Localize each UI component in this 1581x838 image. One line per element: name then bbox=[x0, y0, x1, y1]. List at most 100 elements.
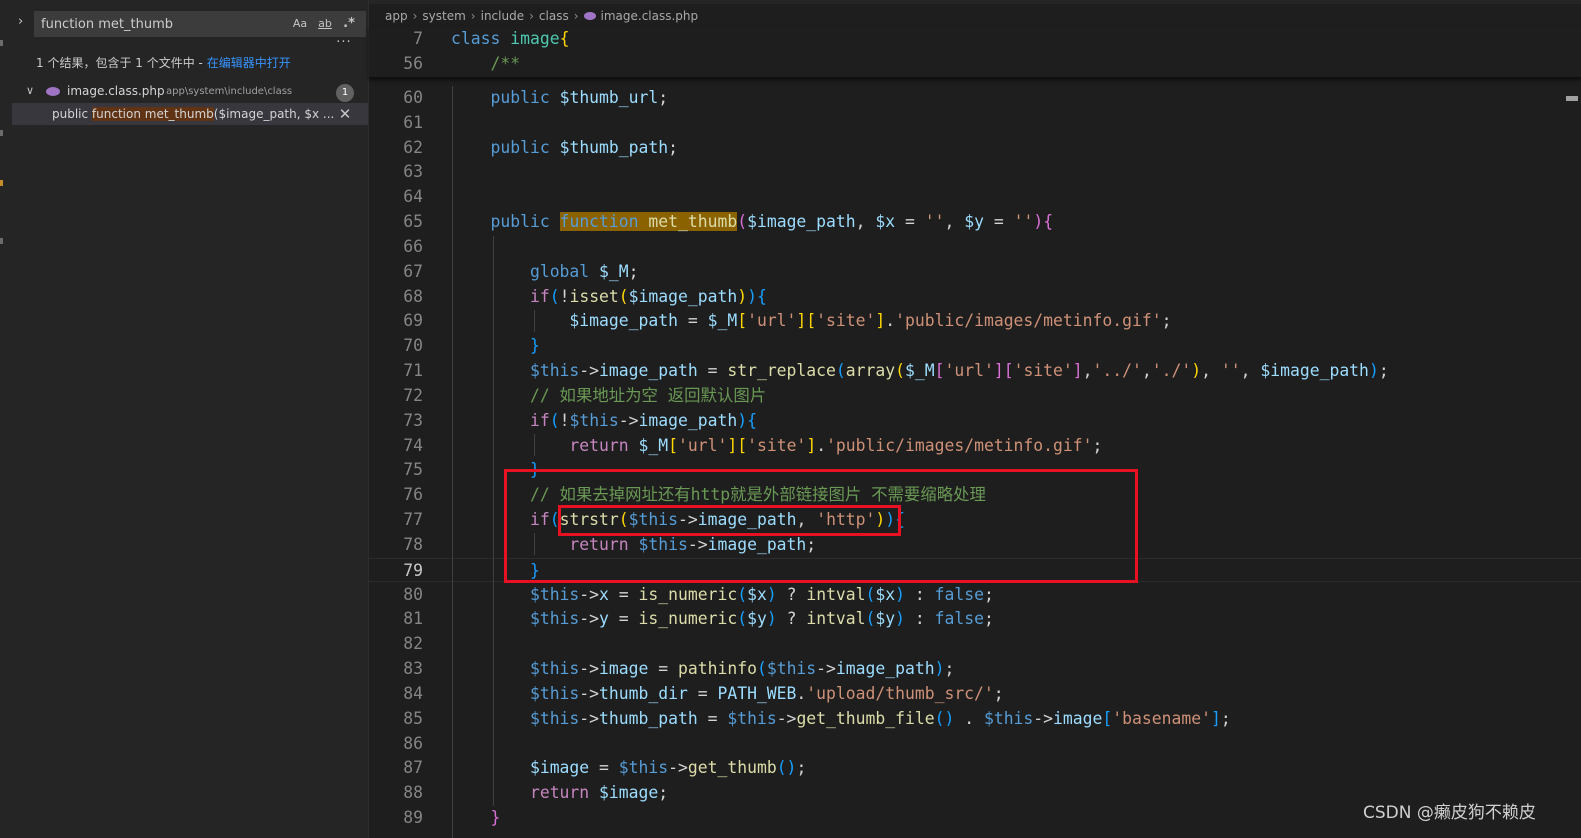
result-file-path: app\system\include\class bbox=[166, 86, 293, 97]
result-summary-text: 1 个结果，包含于 1 个文件中 - bbox=[36, 56, 207, 70]
indent-guide bbox=[452, 86, 453, 838]
code-text: return $image; bbox=[529, 783, 669, 802]
result-match-row[interactable]: public function met_thumb($image_path, $… bbox=[12, 103, 368, 125]
code-text: public $thumb_path; bbox=[490, 138, 679, 157]
match-case-toggle[interactable]: Aa bbox=[290, 15, 310, 33]
toggle-replace-chevron-icon[interactable]: › bbox=[18, 14, 32, 30]
breadcrumb-item[interactable]: app bbox=[385, 9, 408, 23]
line-number: 65 bbox=[403, 212, 423, 231]
line-number: 74 bbox=[403, 436, 423, 455]
line-number: 88 bbox=[403, 783, 423, 802]
line-number: 89 bbox=[403, 808, 423, 827]
code-line[interactable]: 60 public $thumb_url; bbox=[369, 86, 1581, 110]
activity-indicator bbox=[0, 180, 3, 186]
line-number: 62 bbox=[403, 138, 423, 157]
code-text: } bbox=[529, 336, 540, 355]
line-number: 72 bbox=[403, 386, 423, 405]
code-text: public $thumb_url; bbox=[490, 88, 669, 107]
regex-toggle[interactable]: .* bbox=[340, 15, 358, 33]
line-number: 67 bbox=[403, 262, 423, 281]
code-editor[interactable]: app › system › include › class › image.class.php… bbox=[369, 0, 1581, 838]
code-line[interactable]: 82 bbox=[369, 632, 1581, 656]
code-line[interactable]: 69 $image_path = $_M['url']['site'].'pub… bbox=[369, 309, 1581, 333]
code-line[interactable]: 7 class image{ bbox=[369, 27, 1581, 51]
code-line[interactable]: 67 global $_M; bbox=[369, 260, 1581, 284]
code-line[interactable]: 74 return $_M['url']['site'].'public/ima… bbox=[369, 434, 1581, 458]
open-in-editor-link[interactable]: 在编辑器中打开 bbox=[207, 56, 291, 70]
match-preview: public function met_thumb($image_path, $… bbox=[52, 107, 334, 121]
code-line[interactable]: 64 bbox=[369, 185, 1581, 209]
activity-indicator bbox=[0, 238, 3, 244]
code-text: public function met_thumb($image_path, $… bbox=[490, 212, 1054, 231]
line-number: 82 bbox=[403, 634, 423, 653]
breadcrumb-item[interactable]: class bbox=[539, 9, 569, 23]
line-number: 83 bbox=[403, 659, 423, 678]
result-summary: 1 个结果，包含于 1 个文件中 - 在编辑器中打开 bbox=[36, 54, 291, 71]
breadcrumb-item[interactable]: system bbox=[422, 9, 465, 23]
indent-guide bbox=[534, 434, 535, 456]
code-text: $this->y = is_numeric($y) ? intval($y) :… bbox=[529, 609, 994, 628]
code-line[interactable]: 66 bbox=[369, 235, 1581, 259]
code-line[interactable]: 70 } bbox=[369, 334, 1581, 358]
line-number: 69 bbox=[403, 311, 423, 330]
code-text: global $_M; bbox=[529, 262, 639, 281]
code-line[interactable]: 72 // 如果地址为空 返回默认图片 bbox=[369, 384, 1581, 408]
code-line[interactable]: 84 $this->thumb_dir = PATH_WEB.'upload/t… bbox=[369, 682, 1581, 706]
code-text: $this->image = pathinfo($this->image_pat… bbox=[529, 659, 955, 678]
breadcrumb-separator-icon: › bbox=[529, 9, 534, 23]
code-line[interactable]: 81 $this->y = is_numeric($y) ? intval($y… bbox=[369, 607, 1581, 631]
breadcrumb-separator-icon: › bbox=[412, 9, 418, 23]
line-number: 64 bbox=[403, 187, 423, 206]
result-file-name: image.class.php bbox=[67, 84, 165, 98]
search-input[interactable] bbox=[41, 12, 281, 36]
php-file-icon bbox=[46, 87, 60, 96]
code-text: class image{ bbox=[451, 29, 570, 48]
code-line[interactable]: 63 bbox=[369, 160, 1581, 184]
line-number: 76 bbox=[403, 485, 423, 504]
code-line[interactable]: 87 $image = $this->get_thumb(); bbox=[369, 756, 1581, 780]
annotation-box-inner bbox=[558, 505, 901, 536]
line-number: 78 bbox=[403, 535, 423, 554]
watermark: CSDN @癞皮狗不赖皮 bbox=[1363, 803, 1536, 823]
line-number: 7 bbox=[413, 29, 423, 48]
code-text: // 如果地址为空 返回默认图片 bbox=[529, 386, 767, 405]
scrollbar-marker[interactable] bbox=[1566, 96, 1578, 101]
activity-indicator bbox=[0, 40, 3, 46]
code-line[interactable]: 71 $this->image_path = str_replace(array… bbox=[369, 359, 1581, 383]
code-line[interactable]: 62 public $thumb_path; bbox=[369, 136, 1581, 160]
line-number: 63 bbox=[403, 162, 423, 181]
code-line[interactable]: 65 public function met_thumb($image_path… bbox=[369, 210, 1581, 234]
code-line[interactable]: 80 $this->x = is_numeric($x) ? intval($x… bbox=[369, 583, 1581, 607]
code-line[interactable]: 61 bbox=[369, 111, 1581, 135]
search-panel: › Aa ab .* ··· 1 个结果，包含于 1 个文件中 - 在编辑器中打… bbox=[12, 0, 369, 838]
whole-word-toggle[interactable]: ab bbox=[314, 15, 336, 33]
code-text: $this->x = is_numeric($x) ? intval($x) :… bbox=[529, 585, 994, 604]
breadcrumb: app › system › include › class › image.class.php bbox=[385, 9, 698, 23]
sticky-scroll-header[interactable]: 7 class image{ 56 /** bbox=[369, 27, 1581, 77]
line-number: 85 bbox=[403, 709, 423, 728]
code-line[interactable]: 83 $this->image = pathinfo($this->image_… bbox=[369, 657, 1581, 681]
line-number: 87 bbox=[403, 758, 423, 777]
line-number: 79 bbox=[403, 561, 423, 580]
breadcrumb-item[interactable]: include bbox=[481, 9, 524, 23]
line-number: 77 bbox=[403, 510, 423, 529]
match-count-badge: 1 bbox=[336, 84, 354, 102]
php-file-icon bbox=[583, 12, 596, 20]
tab-strip bbox=[369, 0, 1581, 4]
more-options-icon[interactable]: ··· bbox=[334, 36, 354, 52]
chevron-down-icon[interactable]: ∨ bbox=[26, 84, 34, 97]
code-line[interactable]: 68 if(!isset($image_path)){ bbox=[369, 285, 1581, 309]
code-line[interactable]: 86 bbox=[369, 732, 1581, 756]
result-file-row[interactable]: ∨ image.class.php app\system\include\cla… bbox=[12, 81, 368, 103]
breadcrumb-separator-icon: › bbox=[470, 9, 476, 23]
line-number: 61 bbox=[403, 113, 423, 132]
line-number: 80 bbox=[403, 585, 423, 604]
line-number: 68 bbox=[403, 287, 423, 306]
code-line[interactable]: 73 if(!$this->image_path){ bbox=[369, 409, 1581, 433]
activity-indicator bbox=[0, 130, 3, 136]
code-line[interactable]: 56 /** bbox=[369, 52, 1581, 76]
dismiss-result-icon[interactable]: ✕ bbox=[336, 104, 354, 124]
code-line[interactable]: 85 $this->thumb_path = $this->get_thumb_… bbox=[369, 707, 1581, 731]
code-text: $image = $this->get_thumb(); bbox=[529, 758, 807, 777]
breadcrumb-item[interactable]: image.class.php bbox=[601, 9, 699, 23]
